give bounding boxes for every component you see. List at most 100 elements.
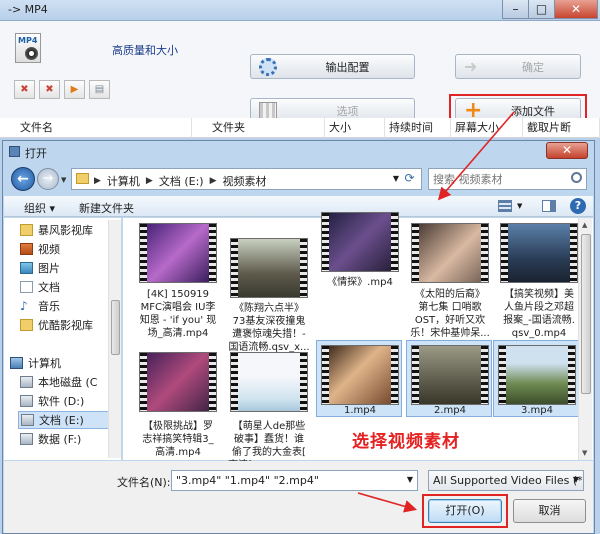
file-tool-icons: ✖ ✖ ▶ ▤ — [14, 80, 110, 99]
video-thumbnail — [139, 352, 217, 412]
column-header[interactable]: 屏幕大小 — [451, 118, 523, 138]
file-list: [4K] 150919 MFC演唱会 IU李 知恩 - 'if you' 现 场… — [123, 212, 593, 471]
delete-file-icon[interactable]: ✖ — [14, 80, 35, 99]
column-header[interactable]: 文件名 — [0, 118, 192, 138]
file-tile[interactable]: 【极限挑战】罗 志祥搞笑特辑3_ 高清.mp4 — [135, 340, 221, 460]
dialog-close-button[interactable]: ✕ — [546, 142, 588, 159]
breadcrumb-item[interactable]: 文档 (E:) — [159, 173, 204, 189]
command-bar: 组织 ▾ 新建文件夹 ▼ ? — [4, 196, 593, 217]
sidebar-item-videos[interactable]: 视频 — [20, 240, 60, 258]
chevron-down-icon[interactable]: ▼ — [407, 475, 413, 484]
drive-icon — [20, 395, 33, 407]
sidebar-item-baofeng[interactable]: 暴风影视库 — [20, 221, 93, 239]
folder-icon — [20, 224, 33, 236]
file-tile[interactable]: 《陈翔六点半》 73基友深夜撞鬼 遭褒惊魂失措！- 国语流畅.qsv_x... — [226, 218, 312, 353]
breadcrumb-item[interactable]: 计算机 — [107, 173, 140, 189]
video-thumbnail — [321, 345, 399, 405]
gear-icon — [259, 58, 277, 76]
sidebar-item-drive-c[interactable]: 本地磁盘 (C — [20, 373, 97, 391]
search-box[interactable] — [428, 168, 587, 190]
file-tile[interactable]: 【萌星人de那些 破事】蠢货！谁 偷了我的大金表[ 高清].qsv~1.m... — [226, 340, 312, 471]
output-config-button[interactable]: 输出配置 — [250, 54, 415, 79]
column-header[interactable]: 持续时间 — [385, 118, 451, 138]
sidebar-item-drive-e[interactable]: 文档 (E:) — [18, 411, 118, 429]
file-tile[interactable]: 《太阳的后裔》 第七集 口哨歌 OST，好听又欢 乐！宋仲基帅呆... — [407, 218, 493, 339]
forward-button[interactable]: → — [37, 168, 59, 190]
organize-menu[interactable]: 组织 ▾ — [24, 200, 55, 216]
file-list-scrollbar[interactable]: ▲ ▼ — [578, 218, 592, 460]
sidebar-scrollbar[interactable] — [108, 220, 121, 458]
sidebar-item-music[interactable]: ♪ 音乐 — [20, 297, 60, 315]
drive-icon — [21, 414, 34, 426]
sidebar-item-pictures[interactable]: 图片 — [20, 259, 60, 277]
file-table-header: 文件名 文件夹 大小 持续时间 屏幕大小 截取片断 — [0, 118, 600, 138]
scroll-thumb[interactable] — [581, 234, 591, 394]
column-header[interactable]: 大小 — [325, 118, 385, 138]
clear-list-icon[interactable]: ✖ — [39, 80, 60, 99]
file-type-select[interactable]: All Supported Video Files (*. ▼ — [428, 470, 584, 491]
sidebar-item-computer[interactable]: 计算机 — [10, 354, 61, 372]
address-bar[interactable]: ▶ 计算机 ▶ 文档 (E:) ▶ 视频素材 ▼ ⟳ — [71, 168, 422, 190]
help-icon[interactable]: ? — [570, 198, 586, 214]
scroll-up-icon[interactable]: ▲ — [582, 221, 587, 229]
video-thumbnail — [411, 223, 489, 283]
chevron-down-icon[interactable]: ▼ — [393, 174, 399, 183]
sidebar-item-documents[interactable]: 文档 — [20, 278, 60, 296]
preview-pane-icon[interactable] — [542, 200, 556, 212]
new-folder-button[interactable]: 新建文件夹 — [79, 200, 134, 216]
open-file-dialog: 打开 ✕ ← → ▼ ▶ 计算机 ▶ 文档 (E:) ▶ 视频素材 ▼ ⟳ 组织… — [2, 140, 595, 534]
confirm-button[interactable]: ➜ 确定 — [455, 54, 581, 79]
filename-field[interactable]: "3.mp4" "1.mp4" "2.mp4" ▼ — [171, 470, 418, 491]
video-thumbnail — [411, 345, 489, 405]
video-thumbnail — [230, 352, 308, 412]
computer-icon — [10, 357, 23, 369]
open-button-highlight — [422, 494, 508, 528]
file-type-value: All Supported Video Files (*. — [433, 474, 584, 487]
column-header[interactable]: 文件夹 — [192, 118, 325, 138]
breadcrumb-item[interactable]: 视频素材 — [223, 173, 267, 189]
minimize-button[interactable]: – — [502, 0, 529, 19]
video-thumbnail — [230, 238, 308, 298]
column-header[interactable]: 截取片断 — [523, 118, 600, 138]
recent-locations-icon[interactable]: ▼ — [61, 176, 66, 184]
info-icon[interactable]: ▤ — [89, 80, 110, 99]
view-dropdown-icon[interactable]: ▼ — [517, 202, 522, 210]
file-tile-selected[interactable]: 2.mp4 — [406, 340, 492, 417]
search-input[interactable] — [433, 172, 563, 186]
back-button[interactable]: ← — [11, 167, 35, 191]
chevron-down-icon: ▼ — [572, 475, 579, 484]
search-icon — [571, 172, 582, 183]
document-library-icon — [20, 281, 33, 293]
file-tile[interactable]: 《情探》.mp4 — [317, 212, 403, 338]
sidebar-item-drive-f[interactable]: 数据 (F:) — [20, 430, 81, 448]
file-tile-selected[interactable]: 1.mp4 — [316, 340, 402, 417]
folder-icon — [20, 319, 33, 331]
refresh-icon[interactable]: ⟳ — [401, 171, 418, 187]
mp4-format-icon: MP4 — [15, 33, 41, 63]
close-button[interactable]: ✕ — [554, 0, 598, 19]
video-thumbnail — [139, 223, 217, 283]
video-library-icon — [20, 243, 33, 255]
dialog-title-bar: 打开 ✕ — [3, 141, 594, 162]
sidebar-item-drive-d[interactable]: 软件 (D:) — [20, 392, 84, 410]
arrow-right-icon: ➜ — [464, 57, 478, 76]
scroll-down-icon[interactable]: ▼ — [582, 449, 587, 457]
dialog-title: 打开 — [25, 147, 47, 160]
cancel-button[interactable]: 取消 — [513, 499, 586, 523]
maximize-button[interactable]: □ — [528, 0, 555, 19]
quality-label[interactable]: 高质量和大小 — [112, 42, 178, 58]
play-icon[interactable]: ▶ — [64, 80, 85, 99]
music-library-icon: ♪ — [20, 299, 28, 313]
filename-label: 文件名(N): — [117, 476, 171, 489]
file-tile[interactable]: [4K] 150919 MFC演唱会 IU李 知恩 - 'if you' 现 场… — [135, 218, 221, 339]
file-tile[interactable]: 【搞笑视频】美 人鱼片段之邓超 报案_-国语流畅. qsv_0.mp4 — [496, 218, 582, 339]
dialog-app-icon — [9, 146, 20, 157]
video-thumbnail — [321, 212, 399, 272]
folder-icon — [76, 173, 89, 184]
view-options-icon[interactable] — [498, 200, 512, 212]
file-tile-selected[interactable]: 3.mp4 — [493, 340, 579, 417]
drive-icon — [20, 376, 33, 388]
sidebar-item-youku[interactable]: 优酷影视库 — [20, 316, 93, 334]
video-thumbnail — [500, 223, 578, 283]
dialog-footer: 文件名(N): "3.mp4" "1.mp4" "2.mp4" ▼ All Su… — [4, 461, 593, 533]
